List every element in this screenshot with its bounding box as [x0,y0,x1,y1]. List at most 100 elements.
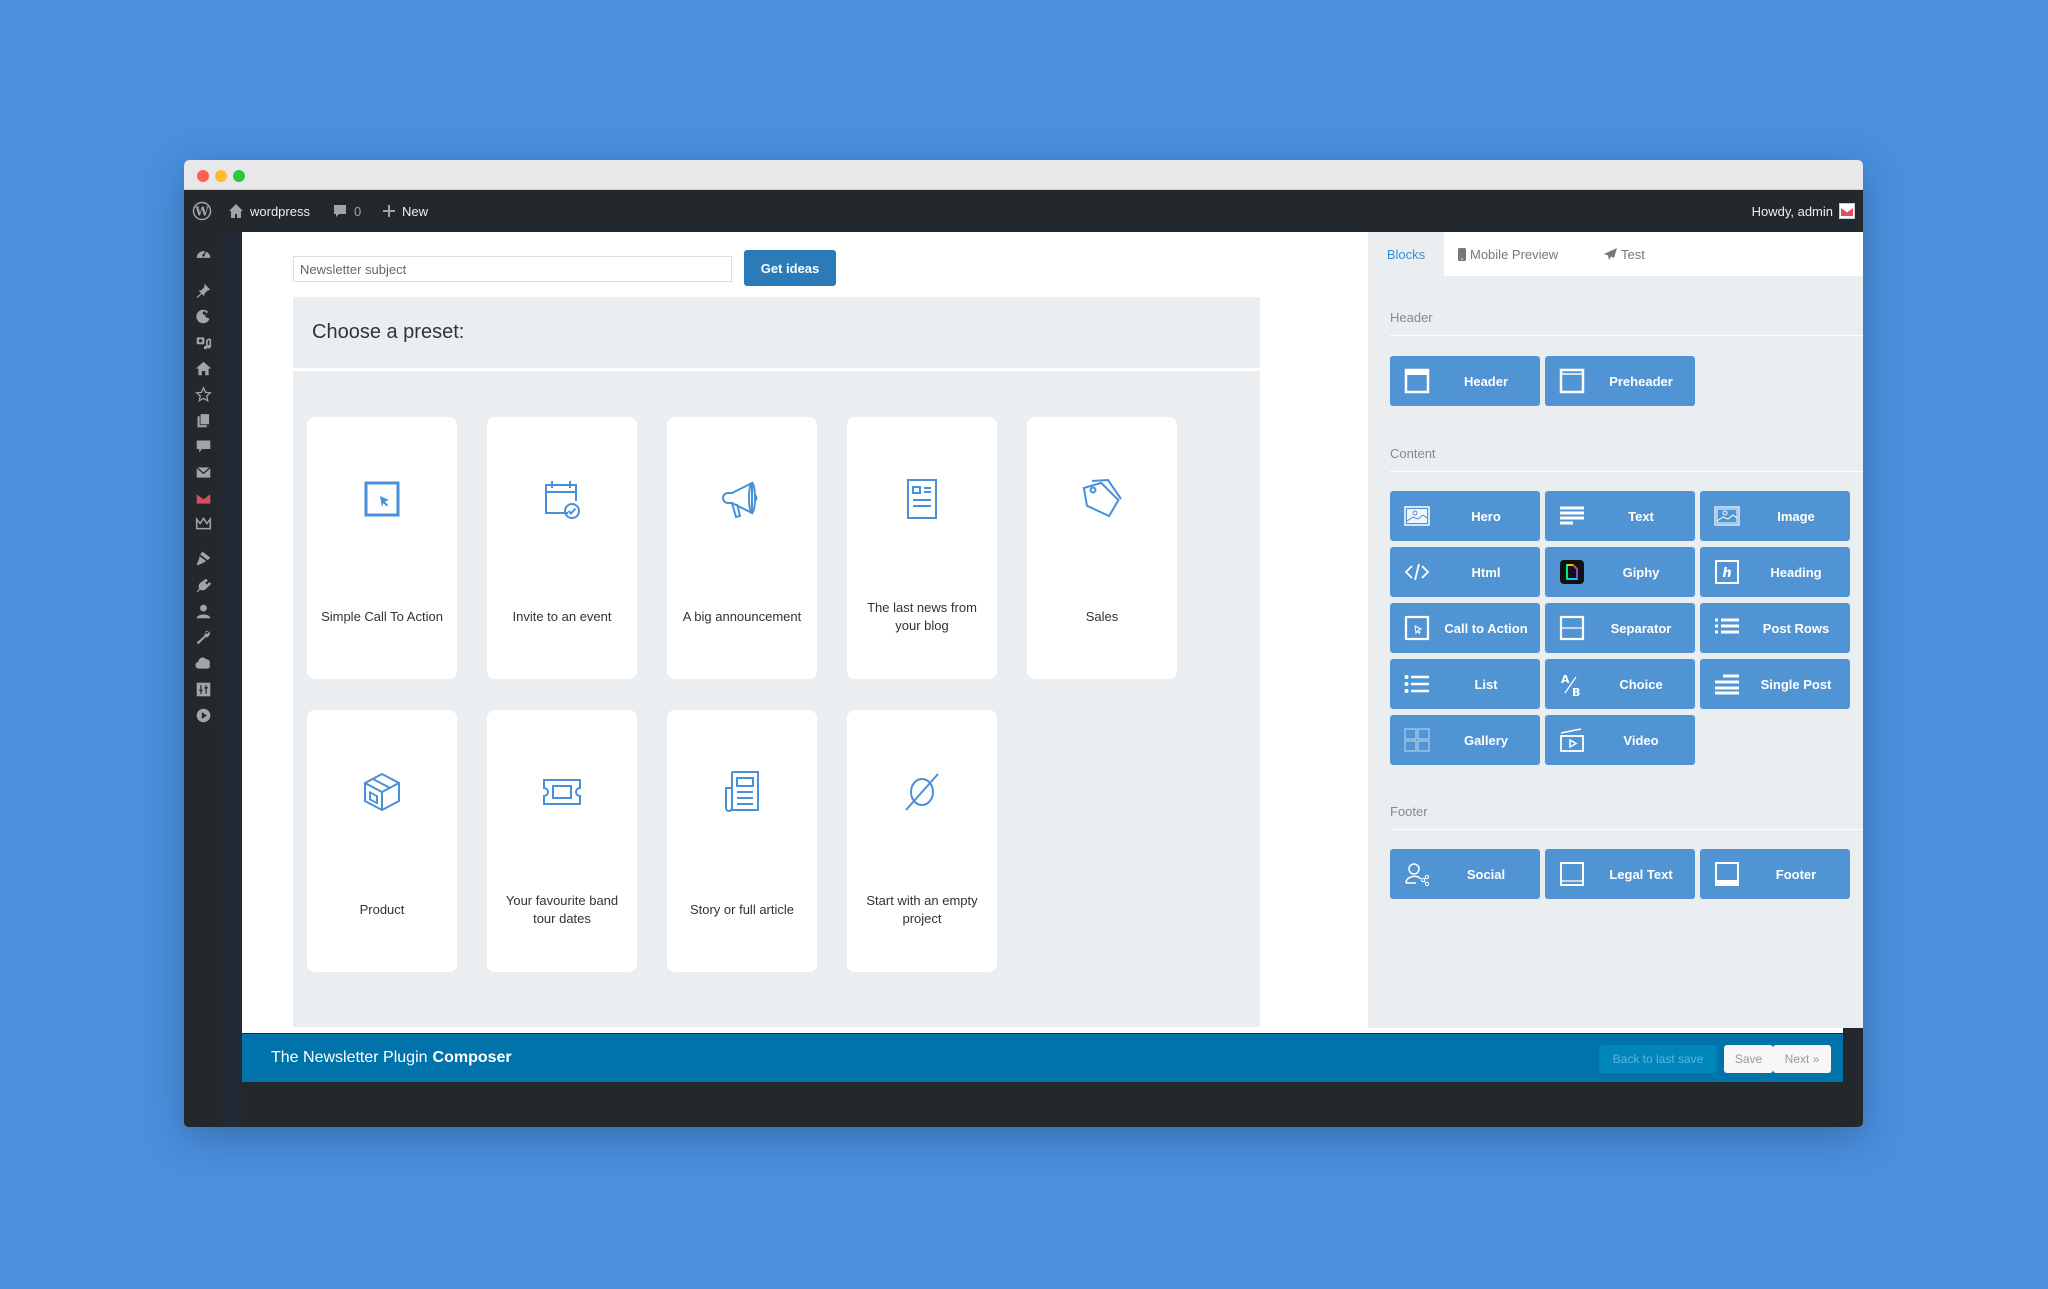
wordpress-logo-button[interactable]: W [192,190,212,232]
svg-text:h: h [1722,566,1731,581]
mobile-phone-icon [1458,247,1466,261]
panel-tabs: Blocks Mobile Preview Test [1368,232,1863,276]
sidebar-item-brush[interactable] [193,548,213,568]
preset-card-label: Sales [1085,609,1119,624]
block-separator[interactable]: Separator [1545,603,1695,653]
newsletter-subject-input[interactable] [293,256,732,282]
block-single-post[interactable]: Single Post [1700,659,1850,709]
sidebar-item-cloud[interactable] [193,653,213,673]
preset-card[interactable]: A big announcement [667,417,817,679]
sidebar-item-media[interactable] [193,332,213,352]
newspaper-icon [718,768,766,816]
block-list[interactable]: List [1390,659,1540,709]
wp-admin-bar: W wordpress 0 New Howdy, admin [184,190,1863,232]
preset-card[interactable]: Invite to an event [487,417,637,679]
sidebar-item-palette[interactable] [193,306,213,326]
ab-choice-icon: AB [1559,671,1585,697]
sidebar-item-pages[interactable] [193,410,213,430]
preset-card[interactable]: Sales [1027,417,1177,679]
block-label: Hero [1471,508,1501,524]
new-content-link[interactable]: New [382,190,428,232]
empty-set-icon [898,768,946,816]
block-call-to-action[interactable]: Call to Action [1390,603,1540,653]
section-divider [1390,335,1863,336]
block-label: Header [1463,373,1509,389]
preset-panel: Choose a preset: Simple Call To Action In… [293,297,1260,1027]
block-video[interactable]: Video [1545,715,1695,765]
preset-card[interactable]: The last news from your blog [847,417,997,679]
tab-test[interactable]: Test [1604,232,1645,276]
sidebar-item-plugin[interactable] [193,575,213,595]
wrench-icon [196,630,210,644]
text-lines-icon [1559,503,1585,529]
howdy-text: Howdy, admin [1751,203,1833,219]
preset-card[interactable]: Product [307,710,457,972]
sidebar-item-comment[interactable] [193,436,213,456]
site-name: wordpress [250,203,310,219]
block-label: Giphy [1622,564,1660,580]
back-to-last-save-button[interactable]: Back to last save [1599,1045,1717,1073]
sidebar-item-mail[interactable] [193,462,213,482]
preset-card[interactable]: Your favourite band tour dates [487,710,637,972]
block-label: List [1474,676,1498,692]
single-post-icon [1714,671,1740,697]
sidebar-item-wrench[interactable] [193,627,213,647]
footer-block-icon [1714,861,1740,887]
maximize-window-button[interactable] [233,170,245,182]
sidebar-item-settings-sliders[interactable] [193,679,213,699]
sidebar-item-star[interactable] [193,384,213,404]
tag-icon [1078,475,1126,523]
wordpress-logo-icon: W [192,201,212,221]
block-social[interactable]: Social [1390,849,1540,899]
giphy-icon [1559,559,1585,585]
tab-mobile-preview[interactable]: Mobile Preview [1458,232,1558,276]
user-account-menu[interactable]: Howdy, admin [1752,190,1855,232]
image-icon [1714,503,1740,529]
save-button[interactable]: Save [1724,1045,1773,1073]
block-preheader[interactable]: Preheader [1545,356,1695,406]
block-grid-header: Header Preheader [1390,356,1850,406]
block-gallery[interactable]: Gallery [1390,715,1540,765]
sidebar-item-crown[interactable] [193,513,213,533]
get-ideas-button[interactable]: Get ideas [744,250,836,286]
minimize-window-button[interactable] [215,170,227,182]
plus-icon [383,205,395,217]
block-header[interactable]: Header [1390,356,1540,406]
sidebar-item-newsletter[interactable] [193,488,213,508]
site-home-link[interactable]: wordpress [228,190,310,232]
block-heading[interactable]: h Heading [1700,547,1850,597]
block-footer[interactable]: Footer [1700,849,1850,899]
plugin-icon [196,578,211,592]
close-window-button[interactable] [197,170,209,182]
gallery-icon [1404,727,1430,753]
block-html[interactable]: Html [1390,547,1540,597]
tab-blocks[interactable]: Blocks [1368,232,1444,276]
list-icon [1404,671,1430,697]
block-choice[interactable]: A B Choice [1545,659,1695,709]
svg-text:A: A [1561,673,1570,686]
sidebar-item-user[interactable] [193,601,213,621]
sidebar-item-pin[interactable] [193,280,213,300]
block-image[interactable]: Image [1700,491,1850,541]
preset-heading: Choose a preset: [312,321,465,343]
calendar-check-icon [538,475,586,523]
sidebar-item-play[interactable] [193,705,213,725]
mail-icon [195,466,211,478]
sidebar-item-dashboard[interactable] [193,244,213,264]
comments-link[interactable]: 0 [332,190,361,232]
tab-mobile-label: Mobile Preview [1470,246,1559,262]
sidebar-item-home[interactable] [193,358,213,378]
preset-card-label: Your favourite band tour dates [505,893,619,926]
document-icon [898,475,946,523]
block-giphy[interactable]: Giphy [1545,547,1695,597]
preset-card[interactable]: Simple Call To Action [307,417,457,679]
block-label: Preheader [1609,373,1673,389]
block-hero[interactable]: Hero [1390,491,1540,541]
block-post-rows[interactable]: Post Rows [1700,603,1850,653]
block-label: Image [1777,508,1815,524]
preset-card[interactable]: Start with an empty project [847,710,997,972]
next-button[interactable]: Next » [1773,1045,1831,1073]
block-text[interactable]: Text [1545,491,1695,541]
block-legal-text[interactable]: Legal Text [1545,849,1695,899]
preset-card[interactable]: Story or full article [667,710,817,972]
